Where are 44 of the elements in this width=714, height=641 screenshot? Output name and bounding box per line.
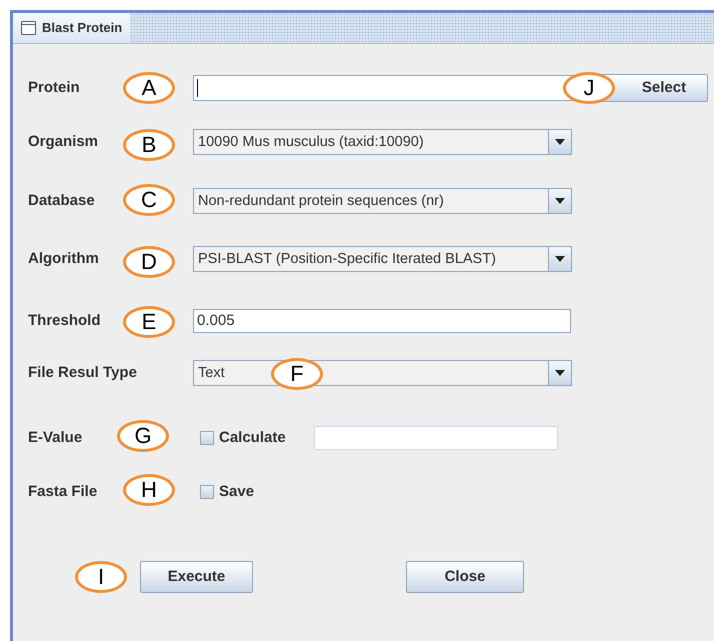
callout-label: H (123, 474, 175, 506)
dropdown-button[interactable] (548, 361, 571, 385)
callout-label: E (123, 306, 175, 338)
dropdown-button[interactable] (548, 247, 571, 271)
callout-label: J (563, 72, 615, 104)
callout-label: G (117, 420, 169, 452)
threshold-input-field[interactable]: 0.005 (193, 309, 571, 333)
combo-box[interactable]: 10090 Mus musculus (taxid:10090) (193, 129, 572, 155)
text-cursor (197, 79, 198, 97)
caret-down-icon (555, 139, 565, 145)
field-label: Threshold (28, 312, 101, 329)
field-label: Protein (28, 79, 80, 96)
combo-box[interactable]: Non-redundant protein sequences (nr) (193, 188, 572, 214)
field-label: Organism (28, 133, 98, 150)
caret-down-icon (555, 370, 565, 376)
window-icon (21, 21, 36, 35)
combo-value: Text (198, 365, 225, 381)
checkbox[interactable] (200, 485, 214, 499)
callout-label: C (123, 184, 175, 216)
checkbox-label: Calculate (219, 428, 286, 448)
callout-label: D (123, 246, 175, 278)
field-label: File Resul Type (28, 364, 137, 381)
combo-value: PSI-BLAST (Position-Specific Iterated BLAST) (198, 251, 496, 267)
dropdown-button[interactable] (548, 130, 571, 154)
checkbox[interactable] (200, 431, 214, 445)
combo-box[interactable]: PSI-BLAST (Position-Specific Iterated BLAST) (193, 246, 572, 272)
checkbox-label: Save (219, 482, 254, 502)
field-label: Algorithm (28, 250, 99, 267)
field-label: E-Value (28, 429, 82, 446)
callout-label: B (123, 129, 175, 161)
caret-down-icon (555, 256, 565, 262)
e-value-input-field[interactable] (314, 426, 558, 450)
dialog-button[interactable]: Close (406, 561, 524, 593)
callout-label: F (271, 358, 323, 390)
combo-value: 10090 Mus musculus (taxid:10090) (198, 134, 424, 150)
combo-value: Non-redundant protein sequences (nr) (198, 193, 444, 209)
field-label: Database (28, 192, 95, 209)
dialog-button[interactable]: Execute (140, 561, 253, 593)
dropdown-button[interactable] (548, 189, 571, 213)
callout-label: I (75, 561, 127, 593)
callout-label: A (123, 72, 175, 104)
caret-down-icon (555, 198, 565, 204)
field-label: Fasta File (28, 483, 98, 500)
window-title: Blast Protein (42, 19, 122, 38)
